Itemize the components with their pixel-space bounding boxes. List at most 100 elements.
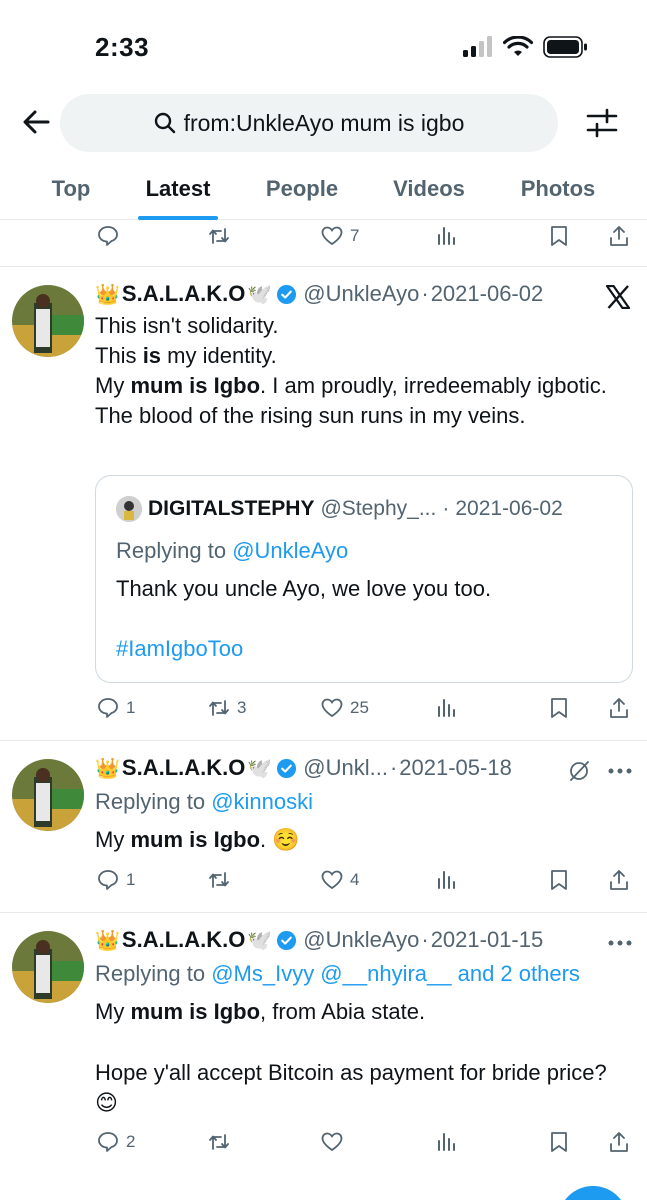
- retweet-icon: [209, 228, 229, 244]
- user-handle[interactable]: @UnkleAyo: [303, 927, 419, 953]
- avatar-image: [12, 931, 84, 1003]
- heart-icon: [321, 1132, 343, 1152]
- bookmark-button[interactable]: [547, 1130, 571, 1154]
- tweet-text: My mum is Igbo, from Abia state.: [95, 999, 426, 1024]
- reply-count: 1: [126, 698, 136, 717]
- bookmark-button[interactable]: [547, 696, 571, 720]
- retweet-button[interactable]: 3: [207, 696, 246, 720]
- search-tabs: Top Latest People Videos Photos: [0, 160, 647, 220]
- quoted-tweet[interactable]: DIGITALSTEPHY @Stephy_... · 2021-06-02 R…: [95, 475, 633, 683]
- share-icon: [610, 870, 628, 890]
- separator-dot: ·: [421, 927, 429, 952]
- retweet-icon: [209, 1134, 229, 1150]
- quoted-tweet-header: DIGITALSTEPHY @Stephy_... · 2021-06-02: [116, 496, 563, 522]
- tweet-actions: 1 4: [0, 865, 647, 895]
- like-button[interactable]: 25: [320, 696, 369, 720]
- reply-icon: [98, 226, 118, 246]
- tab-top[interactable]: Top: [40, 160, 102, 220]
- like-button[interactable]: 4: [320, 868, 359, 892]
- avatar[interactable]: [12, 759, 84, 831]
- share-button[interactable]: [607, 224, 631, 248]
- avatar-image: [12, 759, 84, 831]
- tweet-date[interactable]: 2021-06-02: [431, 281, 544, 307]
- share-button[interactable]: [607, 696, 631, 720]
- avatar[interactable]: [12, 285, 84, 357]
- tweet-date[interactable]: 2021-05-18: [399, 755, 512, 781]
- avatar-image: [12, 285, 84, 357]
- mention-link[interactable]: @UnkleAyo: [232, 538, 348, 563]
- verified-badge-icon: [277, 284, 297, 304]
- cellular-signal-icon: [463, 36, 492, 57]
- tweet-date[interactable]: 2021-01-15: [431, 927, 544, 953]
- verified-badge-icon: [277, 758, 297, 778]
- share-icon: [610, 698, 628, 718]
- quoted-avatar[interactable]: [116, 496, 142, 522]
- avatar[interactable]: [12, 931, 84, 1003]
- search-input[interactable]: from:UnkleAyo mum is igbo: [60, 94, 558, 152]
- heart-icon: [321, 698, 343, 718]
- quoted-replying-to: Replying to @UnkleAyo: [116, 538, 349, 563]
- share-button[interactable]: [607, 1130, 631, 1154]
- reply-button[interactable]: 2: [96, 1130, 135, 1154]
- share-button[interactable]: [607, 868, 631, 892]
- like-count: 25: [350, 698, 369, 717]
- tweet-text: My mum is Igbo. ☺️: [95, 827, 300, 852]
- reply-button[interactable]: 1: [96, 868, 135, 892]
- wifi-icon: [503, 36, 533, 56]
- heart-icon: [321, 226, 343, 246]
- grok-icon[interactable]: [567, 759, 591, 783]
- display-name[interactable]: S.A.L.A.K.O: [122, 927, 245, 953]
- display-name[interactable]: S.A.L.A.K.O: [122, 755, 245, 781]
- hashtag-link[interactable]: #IamIgboToo: [116, 636, 243, 662]
- tweet[interactable]: 👑 S.A.L.A.K.O 🕊️ @UnkleAyo · 2021-06-02 …: [0, 267, 647, 741]
- quoted-display-name[interactable]: DIGITALSTEPHY: [148, 497, 314, 521]
- separator-dot: ·: [389, 755, 398, 780]
- like-button[interactable]: 7: [320, 224, 359, 248]
- back-arrow-icon[interactable]: [18, 104, 54, 140]
- retweet-button[interactable]: [207, 1130, 231, 1154]
- quoted-tweet-text: Thank you uncle Ayo, we love you too.: [116, 576, 492, 601]
- search-filter-icon[interactable]: [585, 106, 619, 140]
- tab-photos[interactable]: Photos: [512, 160, 604, 220]
- more-options-icon[interactable]: [607, 767, 633, 775]
- tab-latest[interactable]: Latest: [136, 160, 220, 220]
- search-row: from:UnkleAyo mum is igbo: [0, 94, 647, 154]
- mention-link[interactable]: @Ms_Ivyy @__nhyira__ and 2 others: [211, 961, 580, 986]
- reply-icon: [98, 698, 118, 718]
- more-options-icon[interactable]: [607, 939, 633, 947]
- battery-icon: [543, 36, 587, 58]
- tweet-text: This isn't solidarity. This is my identi…: [95, 313, 607, 428]
- views-chart-icon: [438, 699, 455, 717]
- reply-button[interactable]: [96, 224, 120, 248]
- display-name[interactable]: S.A.L.A.K.O: [122, 281, 245, 307]
- tweet-text-paragraph: Hope y'all accept Bitcoin as payment for…: [95, 1060, 613, 1115]
- reply-button[interactable]: 1: [96, 696, 135, 720]
- search-query: from:UnkleAyo mum is igbo: [183, 109, 465, 136]
- like-button[interactable]: [320, 1130, 344, 1154]
- bookmark-button[interactable]: [547, 868, 571, 892]
- crown-emoji: 👑: [95, 929, 120, 952]
- retweet-button[interactable]: [207, 224, 231, 248]
- tab-people[interactable]: People: [258, 160, 346, 220]
- views-button[interactable]: [434, 868, 458, 892]
- views-button[interactable]: [434, 696, 458, 720]
- mention-link[interactable]: @kinnoski: [211, 789, 313, 814]
- tweet[interactable]: 👑 S.A.L.A.K.O 🕊️ @Unkl... · 2021-05-18 R…: [0, 741, 647, 913]
- quoted-user-handle[interactable]: @Stephy_...: [320, 497, 436, 521]
- views-button[interactable]: [434, 1130, 458, 1154]
- views-button[interactable]: [434, 224, 458, 248]
- reply-icon: [98, 1132, 118, 1152]
- heart-icon: [321, 870, 343, 890]
- separator-dot: ·: [421, 281, 429, 306]
- tab-videos[interactable]: Videos: [386, 160, 472, 220]
- tweet[interactable]: 👑 S.A.L.A.K.O 🕊️ @UnkleAyo · 2021-01-15 …: [0, 913, 647, 1200]
- retweet-icon: [209, 872, 229, 888]
- quoted-tweet-date: 2021-06-02: [455, 497, 563, 520]
- bookmark-button[interactable]: [547, 224, 571, 248]
- x-logo-icon[interactable]: [605, 285, 631, 309]
- user-handle[interactable]: @Unkl...: [303, 755, 388, 781]
- share-icon: [610, 226, 628, 246]
- views-chart-icon: [438, 1133, 455, 1151]
- user-handle[interactable]: @UnkleAyo: [303, 281, 419, 307]
- retweet-button[interactable]: [207, 868, 231, 892]
